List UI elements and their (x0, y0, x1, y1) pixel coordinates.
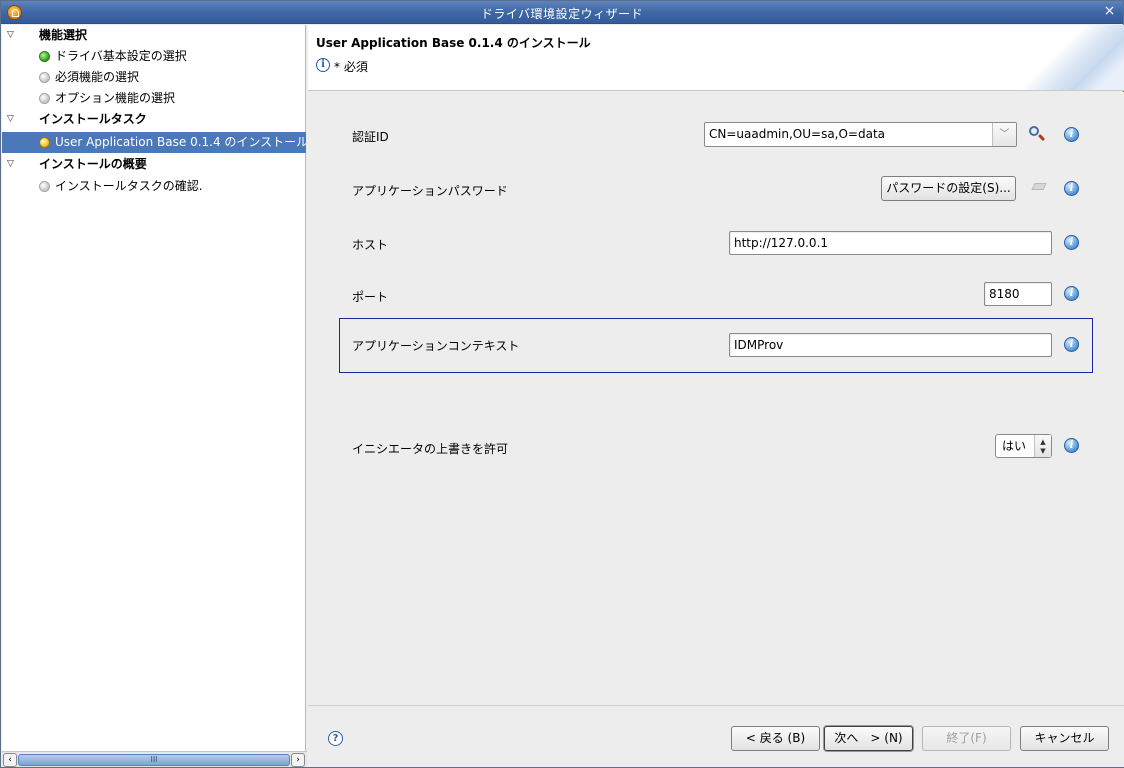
host-label: ホスト (352, 238, 389, 252)
search-icon[interactable] (1028, 125, 1046, 143)
info-icon[interactable]: i (1064, 235, 1079, 250)
app-password-label: アプリケーションパスワード (352, 184, 508, 198)
app-context-label: アプリケーションコンテキスト (352, 339, 520, 353)
auth-id-label: 認証ID (352, 130, 389, 144)
info-icon[interactable]: i (1064, 181, 1079, 196)
status-pending-icon (39, 181, 50, 192)
chevron-down-icon[interactable]: ﹀ (992, 123, 1016, 146)
title-bar[interactable]: ドライバ環境設定ウィザード × (1, 1, 1123, 24)
auth-id-value: CN=uaadmin,OU=sa,O=data (709, 127, 886, 141)
tree-item-label: 必須機能の選択 (55, 70, 140, 84)
tree-item-confirm-tasks[interactable]: インストールタスクの確認. (2, 176, 306, 197)
help-icon[interactable]: ? (328, 731, 343, 746)
finish-button[interactable]: 終了(F) (922, 726, 1011, 751)
close-icon[interactable]: × (1102, 4, 1117, 19)
auth-id-combo[interactable]: CN=uaadmin,OU=sa,O=data ﹀ (704, 122, 1017, 147)
scroll-right-button[interactable]: › (291, 753, 305, 767)
eraser-icon[interactable] (1031, 181, 1047, 195)
info-icon[interactable]: i (1064, 337, 1079, 352)
port-field[interactable]: 8180 (984, 282, 1052, 306)
spinner-arrows-icon[interactable]: ▲ ▼ (1034, 435, 1051, 457)
port-label: ポート (352, 290, 389, 304)
tree-item-label: User Application Base 0.1.4 のインストール (55, 135, 306, 149)
tree-group-install-tasks[interactable]: ▽ インストールタスク (2, 109, 306, 130)
status-pending-icon (39, 72, 50, 83)
tree-group-feature-selection[interactable]: ▽ 機能選択 (2, 25, 306, 46)
tree-group-install-summary[interactable]: ▽ インストールの概要 (2, 154, 306, 175)
status-complete-icon (39, 51, 50, 62)
allow-initiator-override-select[interactable]: はい ▲ ▼ (995, 434, 1052, 458)
tree-item-label: インストールタスクの確認. (55, 179, 203, 193)
page-title: User Application Base 0.1.4 のインストール (316, 36, 591, 50)
allow-initiator-override-label: イニシエータの上書きを許可 (352, 442, 509, 456)
status-current-icon (39, 137, 50, 148)
set-password-button[interactable]: パスワードの設定(S)... (881, 176, 1016, 201)
tree-item-optional-features[interactable]: オプション機能の選択 (2, 88, 306, 109)
window-title: ドライバ環境設定ウィザード (480, 7, 644, 21)
status-pending-icon (39, 93, 50, 104)
tree-horizontal-scrollbar[interactable]: ‹ III › (2, 751, 307, 767)
next-button[interactable]: 次へ > (N) (824, 726, 913, 751)
tree-item-label: オプション機能の選択 (55, 91, 176, 105)
scroll-thumb[interactable]: III (18, 754, 290, 766)
tree-item-required-features[interactable]: 必須機能の選択 (2, 67, 306, 88)
wizard-footer: ? < 戻る (B) 次へ > (N) 終了(F) キャンセル (308, 705, 1124, 767)
info-icon[interactable]: i (1064, 438, 1079, 453)
cancel-button[interactable]: キャンセル (1020, 726, 1109, 751)
info-icon[interactable]: i (1064, 127, 1079, 142)
tree-group-label: インストールの概要 (39, 157, 147, 171)
tree-group-label: インストールタスク (39, 112, 147, 126)
info-icon: i (316, 58, 330, 72)
app-context-field[interactable]: IDMProv (729, 333, 1052, 357)
tree-item-label: ドライバ基本設定の選択 (55, 49, 187, 63)
page-header: User Application Base 0.1.4 のインストール i * … (308, 25, 1124, 91)
tree-item-driver-basic-settings[interactable]: ドライバ基本設定の選択 (2, 46, 306, 67)
collapse-arrow-icon[interactable]: ▽ (7, 154, 14, 175)
collapse-arrow-icon[interactable]: ▽ (7, 25, 14, 46)
tree-group-label: 機能選択 (39, 28, 88, 42)
allow-initiator-override-value: はい (1002, 439, 1027, 453)
wizard-step-tree: ▽ 機能選択 ドライバ基本設定の選択 必須機能の選択 オプション機能の選択 ▽ … (2, 25, 306, 751)
collapse-arrow-icon[interactable]: ▽ (7, 109, 14, 130)
host-field[interactable]: http://127.0.0.1 (729, 231, 1052, 255)
back-button[interactable]: < 戻る (B) (731, 726, 820, 751)
info-icon[interactable]: i (1064, 286, 1079, 301)
install-form: 認証ID CN=uaadmin,OU=sa,O=data ﹀ i アプリケーショ… (308, 92, 1124, 705)
header-decoration (1014, 25, 1124, 90)
tree-item-user-app-install[interactable]: User Application Base 0.1.4 のインストール (2, 132, 306, 153)
wizard-window: ドライバ環境設定ウィザード × ▽ 機能選択 ドライバ基本設定の選択 必須機能の… (0, 0, 1124, 768)
scroll-left-button[interactable]: ‹ (3, 753, 17, 767)
required-note: * 必須 (334, 60, 368, 74)
